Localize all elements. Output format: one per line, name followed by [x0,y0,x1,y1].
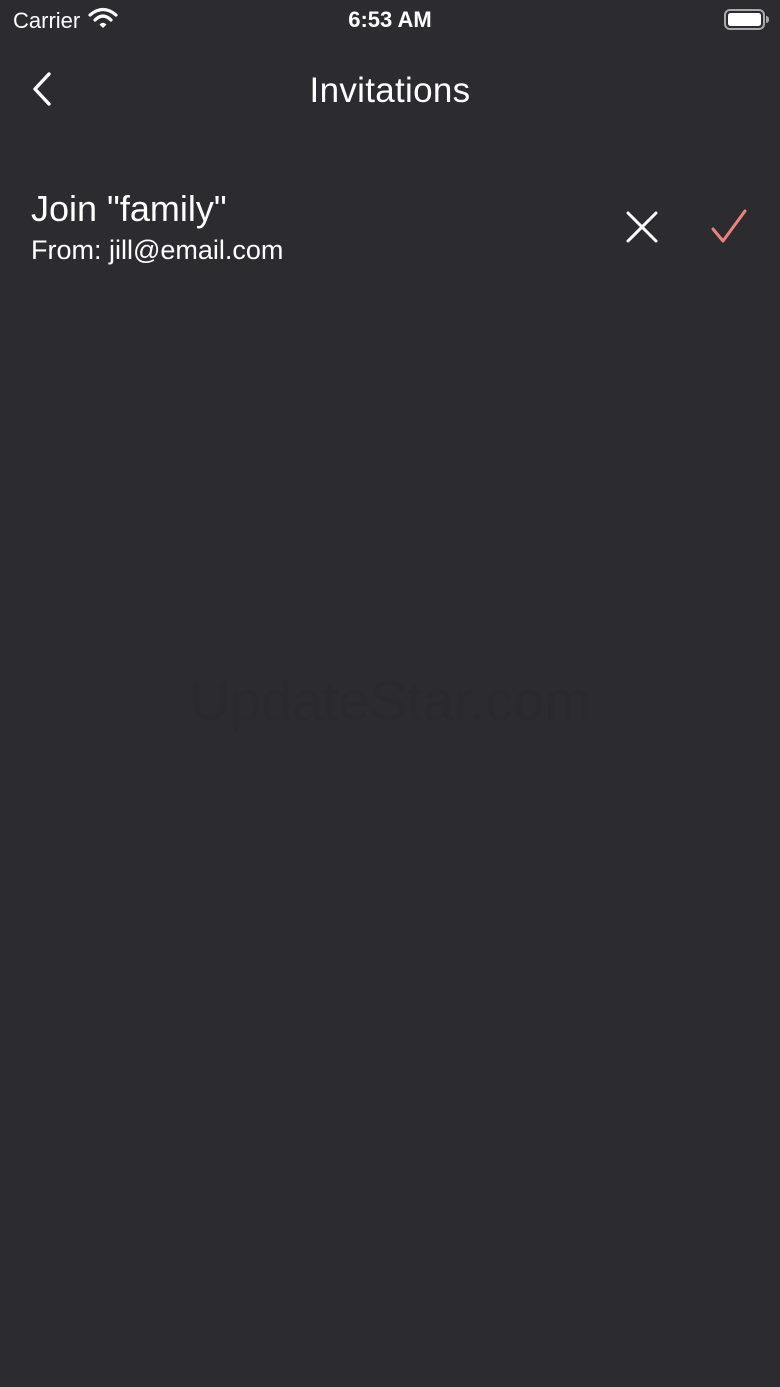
close-icon [625,210,659,249]
decline-invitation-button[interactable] [614,201,670,257]
invitation-item: Join "family" From: jill@email.com [0,185,780,275]
invitation-sender: From: jill@email.com [31,235,284,265]
checkmark-icon [711,209,747,250]
battery-icon [724,9,770,30]
accept-invitation-button[interactable] [700,201,758,257]
status-bar: Carrier 6:53 AM [0,0,780,40]
status-time: 6:53 AM [348,7,432,32]
invitation-title: Join "family" [31,188,227,229]
navigation-bar: Invitations [0,55,780,127]
watermark-text: UpdateStar.com [189,669,591,732]
page-title: Invitations [309,71,471,110]
